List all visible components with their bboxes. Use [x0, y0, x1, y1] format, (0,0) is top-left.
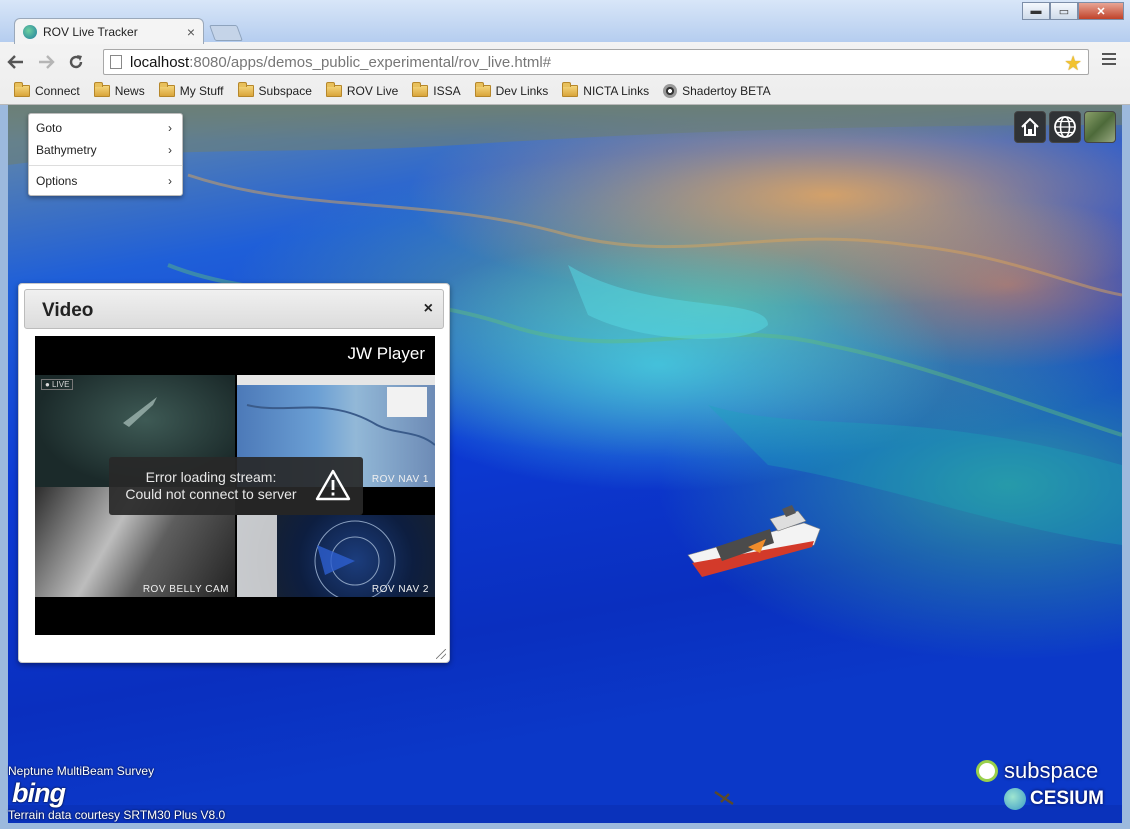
cesium-favicon-icon	[23, 24, 37, 39]
chevron-right-icon: ›	[168, 174, 172, 188]
folder-icon	[412, 82, 429, 97]
page-icon	[110, 55, 122, 69]
browser-menu-icon[interactable]	[1102, 53, 1116, 65]
resize-handle-icon[interactable]	[436, 649, 446, 659]
bookmark-label: News	[114, 84, 145, 98]
chevron-right-icon: ›	[168, 121, 172, 135]
camera-label: ROV NAV 1	[371, 474, 429, 485]
folder-icon	[474, 82, 491, 97]
rov-icon	[714, 791, 734, 805]
bookmark-label: ROV Live	[346, 84, 399, 98]
globe-icon	[1054, 116, 1076, 138]
subspace-wordmark: subspace	[1004, 758, 1099, 783]
menu-item-label: Goto	[36, 121, 63, 135]
bookmark-label: ISSA	[433, 84, 461, 98]
folder-icon	[14, 82, 30, 97]
bookmark-shadertoy[interactable]: Shadertoy BETA	[663, 84, 771, 98]
maximize-button[interactable]: ▭	[1050, 2, 1078, 20]
menu-item-label: Bathymetry	[36, 143, 97, 157]
bookmark-label: Dev Links	[495, 84, 549, 98]
bookmark-my-stuff[interactable]: My Stuff	[158, 82, 224, 98]
bookmark-label: Subspace	[258, 84, 312, 98]
tab-rov-live-tracker[interactable]: ROV Live Tracker ×	[14, 18, 204, 44]
reload-icon	[69, 55, 83, 69]
bookmark-label: Connect	[35, 84, 80, 98]
forward-arrow-icon	[39, 55, 55, 69]
bookmark-news[interactable]: News	[93, 82, 145, 98]
reload-button[interactable]	[62, 48, 90, 76]
bookmark-connect[interactable]: Connect	[14, 82, 80, 98]
cesium-wordmark: CESIUM	[1030, 788, 1104, 809]
error-line-2: Could not connect to server	[125, 486, 297, 502]
error-message: Error loading stream: Could not connect …	[121, 469, 301, 503]
new-tab-button[interactable]	[209, 25, 243, 41]
video-panel: Video × JW Player ● LIVE ROV NAV 1 ROV B…	[18, 283, 450, 663]
survey-credit: Neptune MultiBeam Survey	[8, 764, 155, 778]
subspace-logo[interactable]: subspace	[976, 758, 1098, 784]
warning-icon	[315, 469, 351, 501]
bookmark-label: NICTA Links	[583, 84, 650, 98]
shadertoy-icon	[663, 84, 678, 98]
cesium-icon	[1004, 788, 1026, 810]
menu-item-label: Options	[36, 174, 78, 188]
tab-close-icon[interactable]: ×	[187, 24, 195, 40]
folder-icon	[325, 82, 342, 97]
close-icon[interactable]: ×	[424, 300, 433, 318]
menu-divider	[29, 165, 182, 166]
video-player[interactable]: JW Player ● LIVE ROV NAV 1 ROV BELLY CAM	[35, 336, 435, 635]
menu-item-goto[interactable]: Goto ›	[29, 117, 182, 139]
ship-icon	[687, 505, 821, 577]
close-window-button[interactable]: ✕	[1078, 2, 1124, 20]
bookmark-label: My Stuff	[179, 84, 224, 98]
video-panel-header[interactable]: Video ×	[24, 289, 444, 329]
bookmark-label: Shadertoy BETA	[682, 84, 771, 98]
browser-chrome: ROV Live Tracker × ▬ ▭ ✕ localhost:8080/…	[0, 0, 1130, 105]
bookmark-rov-live[interactable]: ROV Live	[325, 82, 399, 98]
browser-toolbar: localhost:8080/apps/demos_public_experim…	[0, 44, 1130, 80]
chevron-right-icon: ›	[168, 143, 172, 157]
url-host: localhost	[130, 53, 190, 71]
home-icon	[1021, 117, 1039, 136]
folder-icon	[158, 82, 175, 97]
bookmark-subspace[interactable]: Subspace	[237, 82, 312, 98]
camera-label: ROV BELLY CAM	[142, 584, 229, 595]
bing-logo[interactable]: bing	[12, 778, 66, 809]
rov-model[interactable]	[713, 788, 735, 811]
stream-error-overlay: Error loading stream: Could not connect …	[109, 457, 363, 515]
forward-button[interactable]	[32, 48, 60, 76]
folder-icon	[562, 82, 579, 97]
url-path: :8080/apps/demos_public_experimental/rov…	[189, 53, 552, 71]
bookmarks-bar: Connect News My Stuff Subspace ROV Live …	[0, 80, 1130, 102]
video-panel-title: Video	[42, 300, 94, 321]
camera-feed-nav2: ROV NAV 2	[237, 515, 435, 597]
back-arrow-icon	[7, 55, 23, 69]
minimize-button[interactable]: ▬	[1022, 2, 1050, 20]
app-menu: Goto › Bathymetry › Options ›	[28, 113, 183, 196]
bookmark-star-icon[interactable]: ★	[1064, 51, 1082, 76]
address-bar[interactable]: localhost:8080/apps/demos_public_experim…	[103, 49, 1089, 75]
nicta-icon	[976, 760, 998, 782]
bookmark-dev-links[interactable]: Dev Links	[474, 82, 549, 98]
menu-item-bathymetry[interactable]: Bathymetry ›	[29, 139, 182, 161]
vessel-model[interactable]	[686, 501, 826, 584]
cesium-logo[interactable]: CESIUM	[1004, 788, 1104, 810]
scene-mode-button[interactable]	[1049, 111, 1081, 143]
bookmark-issa[interactable]: ISSA	[412, 82, 461, 98]
error-line-1: Error loading stream:	[145, 469, 277, 485]
folder-icon	[93, 82, 110, 97]
imagery-picker-button[interactable]	[1084, 111, 1116, 143]
bookmark-nicta-links[interactable]: NICTA Links	[562, 82, 650, 98]
terrain-credit: Terrain data courtesy SRTM30 Plus V8.0	[8, 808, 226, 822]
back-button[interactable]	[2, 48, 30, 76]
folder-icon	[237, 82, 254, 97]
title-bar: ROV Live Tracker × ▬ ▭ ✕	[0, 0, 1130, 44]
camera-label: ROV NAV 2	[371, 584, 429, 595]
viewer-widgets	[1014, 111, 1116, 143]
menu-item-options[interactable]: Options ›	[29, 170, 182, 192]
tab-title: ROV Live Tracker	[43, 24, 138, 39]
window-controls: ▬ ▭ ✕	[1022, 2, 1124, 20]
player-brand: JW Player	[347, 344, 425, 363]
home-button[interactable]	[1014, 111, 1046, 143]
